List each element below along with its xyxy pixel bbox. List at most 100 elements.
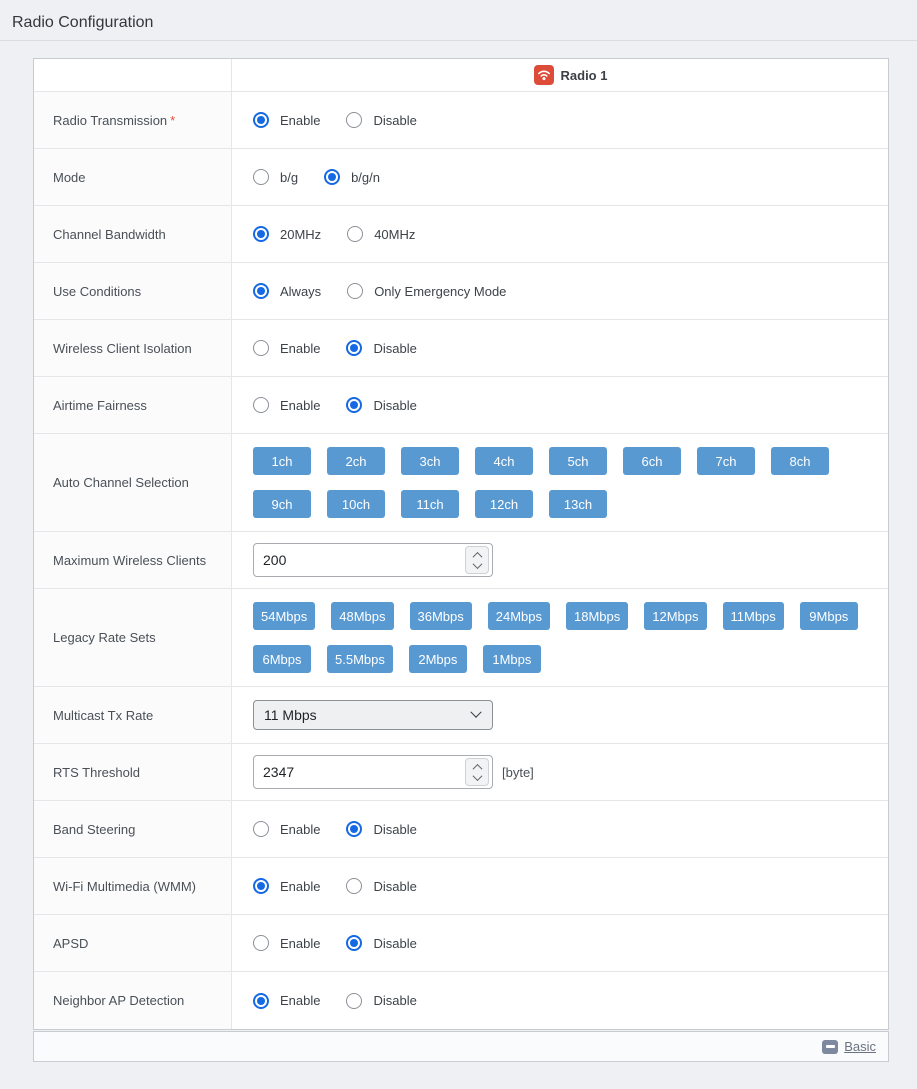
radio-button-selected[interactable] bbox=[324, 169, 340, 185]
channel-button-4ch[interactable]: 4ch bbox=[475, 447, 533, 475]
radio-option-label: Enable bbox=[280, 113, 320, 128]
row-label-text: Mode bbox=[53, 170, 86, 185]
rate-button-12Mbps[interactable]: 12Mbps bbox=[644, 602, 706, 630]
config-row-legacy-rate-sets: Legacy Rate Sets54Mbps48Mbps36Mbps24Mbps… bbox=[34, 589, 888, 687]
radio-transmission-option-0[interactable]: Enable bbox=[253, 112, 320, 128]
row-value-multicast-tx-rate: 11 Mbps bbox=[232, 687, 888, 743]
wifi-multimedia-wmm-option-0[interactable]: Enable bbox=[253, 878, 320, 894]
header-radio-cell: Radio 1 bbox=[232, 59, 888, 91]
basic-toggle-link[interactable]: Basic bbox=[822, 1039, 876, 1054]
channel-button-9ch[interactable]: 9ch bbox=[253, 490, 311, 518]
radio-button-selected[interactable] bbox=[253, 878, 269, 894]
band-steering-option-1[interactable]: Disable bbox=[346, 821, 416, 837]
radio-button[interactable] bbox=[253, 397, 269, 413]
band-steering-option-0[interactable]: Enable bbox=[253, 821, 320, 837]
wifi-multimedia-wmm-option-1[interactable]: Disable bbox=[346, 878, 416, 894]
use-conditions-option-0[interactable]: Always bbox=[253, 283, 321, 299]
channel-button-13ch[interactable]: 13ch bbox=[549, 490, 607, 518]
airtime-fairness-option-1[interactable]: Disable bbox=[346, 397, 416, 413]
radio-option-label: Disable bbox=[373, 398, 416, 413]
config-row-wireless-client-isolation: Wireless Client IsolationEnableDisable bbox=[34, 320, 888, 377]
radio-button[interactable] bbox=[346, 993, 362, 1009]
maximum-wireless-clients-spinner[interactable] bbox=[465, 546, 489, 574]
row-value-band-steering: Enable Disable bbox=[232, 801, 888, 857]
wireless-client-isolation-option-1[interactable]: Disable bbox=[346, 340, 416, 356]
rts-threshold-input[interactable] bbox=[253, 755, 493, 789]
radio-button-selected[interactable] bbox=[253, 993, 269, 1009]
rate-button-9Mbps[interactable]: 9Mbps bbox=[800, 602, 858, 630]
radio-button-selected[interactable] bbox=[346, 821, 362, 837]
channel-bandwidth-option-0[interactable]: 20MHz bbox=[253, 226, 321, 242]
rate-button-6Mbps[interactable]: 6Mbps bbox=[253, 645, 311, 673]
channel-button-5ch[interactable]: 5ch bbox=[549, 447, 607, 475]
neighbor-ap-detection-option-1[interactable]: Disable bbox=[346, 993, 416, 1009]
channel-bandwidth-option-1[interactable]: 40MHz bbox=[347, 226, 415, 242]
row-value-airtime-fairness: Enable Disable bbox=[232, 377, 888, 433]
row-value-radio-transmission: Enable Disable bbox=[232, 92, 888, 148]
channel-button-7ch[interactable]: 7ch bbox=[697, 447, 755, 475]
channel-button-3ch[interactable]: 3ch bbox=[401, 447, 459, 475]
rate-button-11Mbps[interactable]: 11Mbps bbox=[723, 602, 784, 630]
radio-button-selected[interactable] bbox=[346, 340, 362, 356]
radio-option-label: Disable bbox=[373, 879, 416, 894]
radio-button-selected[interactable] bbox=[253, 112, 269, 128]
channel-button-12ch[interactable]: 12ch bbox=[475, 490, 533, 518]
apsd-option-1[interactable]: Disable bbox=[346, 935, 416, 951]
rate-button-1Mbps[interactable]: 1Mbps bbox=[483, 645, 541, 673]
radio-button-selected[interactable] bbox=[253, 283, 269, 299]
row-label-auto-channel-selection: Auto Channel Selection bbox=[34, 434, 232, 531]
radio-option-label: 20MHz bbox=[280, 227, 321, 242]
airtime-fairness-option-0[interactable]: Enable bbox=[253, 397, 320, 413]
radio-button[interactable] bbox=[253, 935, 269, 951]
channel-button-2ch[interactable]: 2ch bbox=[327, 447, 385, 475]
radio-button[interactable] bbox=[253, 821, 269, 837]
rate-button-18Mbps[interactable]: 18Mbps bbox=[566, 602, 628, 630]
rate-button-48Mbps[interactable]: 48Mbps bbox=[331, 602, 393, 630]
multicast-tx-rate-selected-value: 11 Mbps bbox=[264, 707, 317, 723]
use-conditions-option-1[interactable]: Only Emergency Mode bbox=[347, 283, 506, 299]
row-label-wifi-multimedia-wmm: Wi-Fi Multimedia (WMM) bbox=[34, 858, 232, 914]
spinner-down-icon[interactable] bbox=[472, 559, 482, 569]
rate-button-36Mbps[interactable]: 36Mbps bbox=[410, 602, 472, 630]
radio-button-selected[interactable] bbox=[253, 226, 269, 242]
maximum-wireless-clients-input[interactable] bbox=[253, 543, 493, 577]
channel-button-11ch[interactable]: 11ch bbox=[401, 490, 459, 518]
mode-option-0[interactable]: b/g bbox=[253, 169, 298, 185]
rts-threshold-spinner[interactable] bbox=[465, 758, 489, 786]
radio-button[interactable] bbox=[347, 226, 363, 242]
mode-option-1[interactable]: b/g/n bbox=[324, 169, 380, 185]
row-value-channel-bandwidth: 20MHz 40MHz bbox=[232, 206, 888, 262]
channel-button-8ch[interactable]: 8ch bbox=[771, 447, 829, 475]
rate-button-2Mbps[interactable]: 2Mbps bbox=[409, 645, 467, 673]
row-label-text: Multicast Tx Rate bbox=[53, 708, 153, 723]
radio-column-title: Radio 1 bbox=[561, 68, 608, 83]
radio-option-label: Enable bbox=[280, 341, 320, 356]
row-value-wifi-multimedia-wmm: Enable Disable bbox=[232, 858, 888, 914]
radio-button[interactable] bbox=[346, 878, 362, 894]
radio-button[interactable] bbox=[347, 283, 363, 299]
row-value-auto-channel-selection: 1ch 2ch 3ch 4ch 5ch 6ch 7ch 8ch 9ch 10ch 11ch 12ch 1… bbox=[232, 434, 888, 531]
radio-button-selected[interactable] bbox=[346, 935, 362, 951]
radio-option-label: Disable bbox=[373, 822, 416, 837]
rate-button-24Mbps[interactable]: 24Mbps bbox=[488, 602, 550, 630]
row-label-text: Wi-Fi Multimedia (WMM) bbox=[53, 879, 196, 894]
chevron-down-icon bbox=[470, 707, 481, 718]
radio-transmission-option-1[interactable]: Disable bbox=[346, 112, 416, 128]
apsd-option-0[interactable]: Enable bbox=[253, 935, 320, 951]
row-value-mode: b/g b/g/n bbox=[232, 149, 888, 205]
row-value-legacy-rate-sets: 54Mbps 48Mbps 36Mbps 24Mbps 18Mbps 12Mbps 11Mb… bbox=[232, 589, 888, 686]
radio-button[interactable] bbox=[253, 340, 269, 356]
radio-button[interactable] bbox=[346, 112, 362, 128]
wireless-client-isolation-option-0[interactable]: Enable bbox=[253, 340, 320, 356]
channel-button-6ch[interactable]: 6ch bbox=[623, 447, 681, 475]
neighbor-ap-detection-option-0[interactable]: Enable bbox=[253, 993, 320, 1009]
rate-button-54Mbps[interactable]: 54Mbps bbox=[253, 602, 315, 630]
config-row-neighbor-ap-detection: Neighbor AP DetectionEnableDisable bbox=[34, 972, 888, 1029]
channel-button-1ch[interactable]: 1ch bbox=[253, 447, 311, 475]
radio-button-selected[interactable] bbox=[346, 397, 362, 413]
spinner-down-icon[interactable] bbox=[472, 771, 482, 781]
radio-button[interactable] bbox=[253, 169, 269, 185]
multicast-tx-rate-select[interactable]: 11 Mbps bbox=[253, 700, 493, 730]
rate-button-5.5Mbps[interactable]: 5.5Mbps bbox=[327, 645, 393, 673]
channel-button-10ch[interactable]: 10ch bbox=[327, 490, 385, 518]
